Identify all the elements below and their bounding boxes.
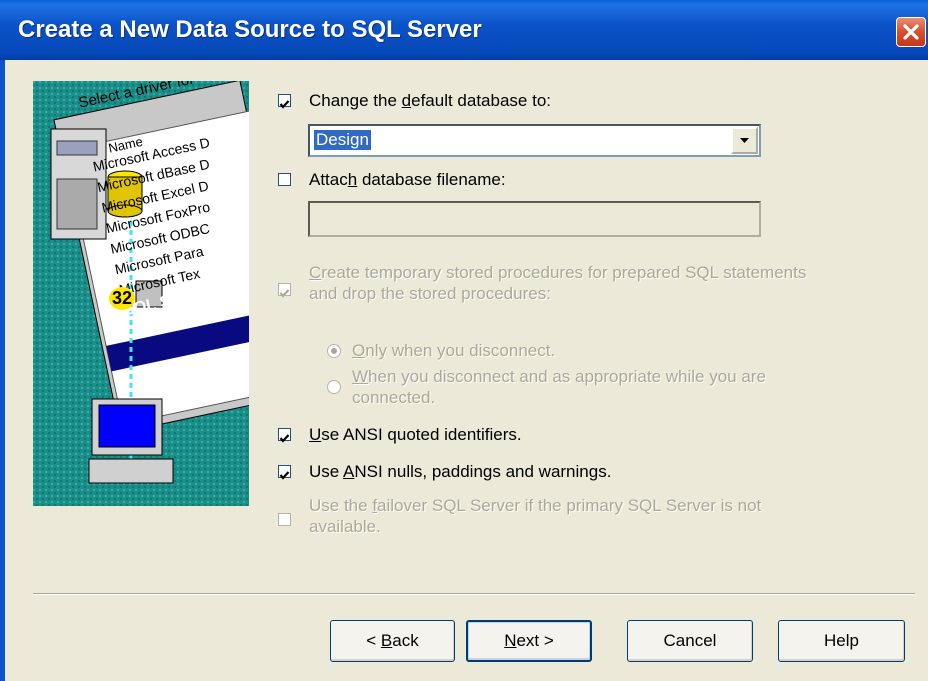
chevron-down-icon (740, 138, 749, 143)
badge-32: 32 (109, 287, 136, 310)
close-icon (903, 24, 919, 40)
change-default-db-label: Change the default database to: (309, 91, 551, 110)
check-icon (279, 434, 290, 443)
radio-only-disconnect-label: Only when you disconnect. (352, 341, 556, 360)
attach-db-checkbox[interactable] (278, 173, 291, 186)
window-title: Create a New Data Source to SQL Server (18, 16, 482, 43)
change-default-db-checkbox[interactable] (278, 94, 291, 109)
help-button[interactable]: Help (778, 620, 905, 662)
database-combo-value: Design (314, 130, 371, 150)
title-bar: Create a New Data Source to SQL Server (0, 0, 928, 60)
failover-checkbox[interactable] (278, 513, 291, 526)
temp-procs-checkbox[interactable] (278, 283, 291, 298)
cancel-button[interactable]: Cancel (627, 620, 753, 662)
ansi-nulls-checkbox[interactable] (278, 465, 291, 480)
wizard-illustration: Select a driver for Name Microsoft Acces… (33, 81, 249, 506)
database-combo[interactable]: Design (308, 124, 761, 157)
window-border (0, 60, 5, 681)
ansi-nulls-label: Use ANSI nulls, paddings and warnings. (309, 462, 612, 481)
radio-only-disconnect[interactable] (327, 344, 341, 358)
check-icon (279, 100, 290, 109)
radio-appropriate-label-line1: When you disconnect and as appropriate w… (352, 367, 766, 386)
ansi-quoted-checkbox[interactable] (278, 428, 291, 443)
temp-procs-label-line1: Create temporary stored procedures for p… (309, 263, 807, 282)
check-icon (279, 289, 290, 298)
radio-disconnect-appropriate[interactable] (327, 380, 341, 394)
attach-db-filename-field[interactable] (308, 201, 761, 237)
attach-db-label: Attach database filename: (309, 170, 506, 189)
combo-dropdown-button[interactable] (731, 127, 758, 154)
separator-highlight (33, 594, 915, 595)
failover-label-line1: Use the failover SQL Server if the prima… (309, 496, 762, 515)
close-button[interactable] (896, 17, 926, 47)
back-button[interactable]: < Back (330, 620, 455, 662)
temp-procs-label-line2: and drop the stored procedures: (309, 284, 551, 303)
next-button[interactable]: Next > (466, 620, 592, 662)
check-icon (279, 471, 290, 480)
ansi-quoted-label: Use ANSI quoted identifiers. (309, 425, 522, 444)
radio-dot (331, 348, 337, 354)
radio-appropriate-label-line2: connected. (352, 388, 436, 407)
failover-label-line2: available. (309, 517, 381, 536)
